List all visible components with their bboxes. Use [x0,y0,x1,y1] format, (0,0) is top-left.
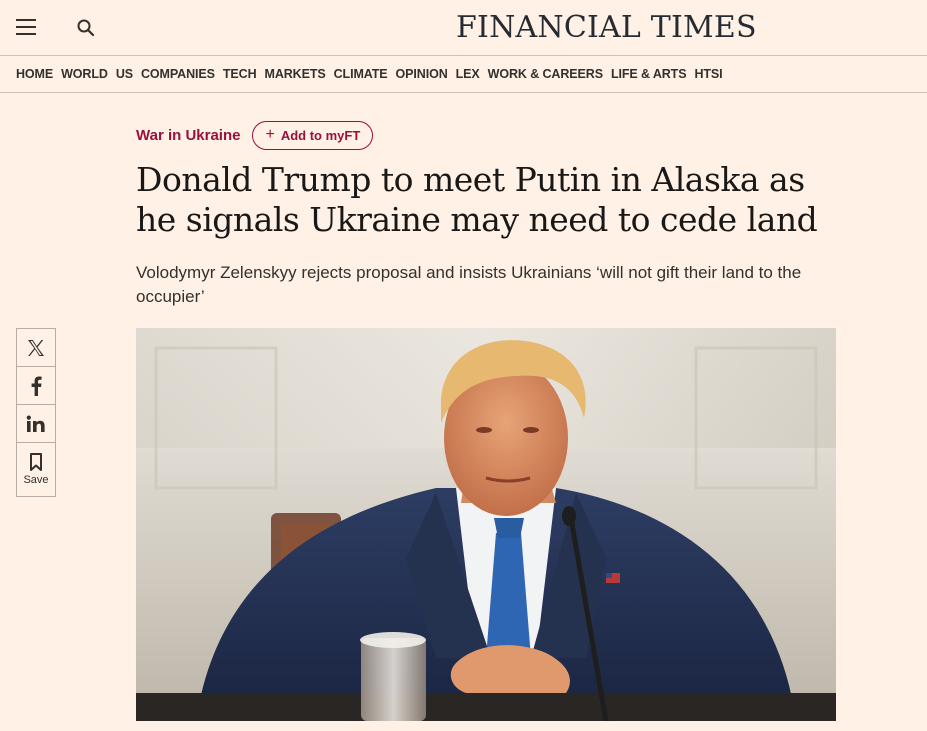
share-x-button[interactable] [16,328,56,367]
nav-item-life-arts[interactable]: LIFE & ARTS [611,67,687,81]
hero-image [136,328,836,721]
nav-item-opinion[interactable]: OPINION [396,67,448,81]
share-linkedin-button[interactable] [16,404,56,443]
nav-item-htsi[interactable]: HTSI [694,67,722,81]
nav-item-us[interactable]: US [116,67,133,81]
main-nav: HOME WORLD US COMPANIES TECH MARKETS CLI… [0,56,927,93]
nav-item-world[interactable]: WORLD [61,67,108,81]
add-to-myft-label: Add to myFT [280,127,361,143]
nav-item-climate[interactable]: CLIMATE [334,67,388,81]
article-headline: Donald Trump to meet Putin in Alaska as … [136,160,818,239]
save-label: Save [23,474,49,486]
share-facebook-button[interactable] [16,366,56,405]
x-twitter-icon [28,339,44,356]
search-icon[interactable] [76,18,96,38]
topic-link[interactable]: War in Ukraine [136,127,240,144]
top-bar: FINANCIAL TIMES [0,0,927,56]
masthead-logo[interactable]: FINANCIAL TIMES [456,10,757,45]
add-to-myft-button[interactable]: + Add to myFT [252,120,374,150]
linkedin-icon [26,415,45,432]
nav-item-lex[interactable]: LEX [456,67,480,81]
facebook-icon [31,376,42,396]
share-rail: Save [16,328,56,497]
nav-item-tech[interactable]: TECH [223,67,257,81]
plus-icon: + [265,126,275,143]
nav-item-companies[interactable]: COMPANIES [141,67,215,81]
hamburger-menu-icon[interactable] [16,19,36,37]
bookmark-icon [30,453,42,471]
topic-row: War in Ukraine + Add to myFT [136,120,374,150]
nav-item-markets[interactable]: MARKETS [265,67,326,81]
nav-item-work-careers[interactable]: WORK & CAREERS [488,67,603,81]
article-standfirst: Volodymyr Zelenskyy rejects proposal and… [136,263,802,306]
save-button[interactable]: Save [16,442,56,497]
nav-item-home[interactable]: HOME [16,67,53,81]
